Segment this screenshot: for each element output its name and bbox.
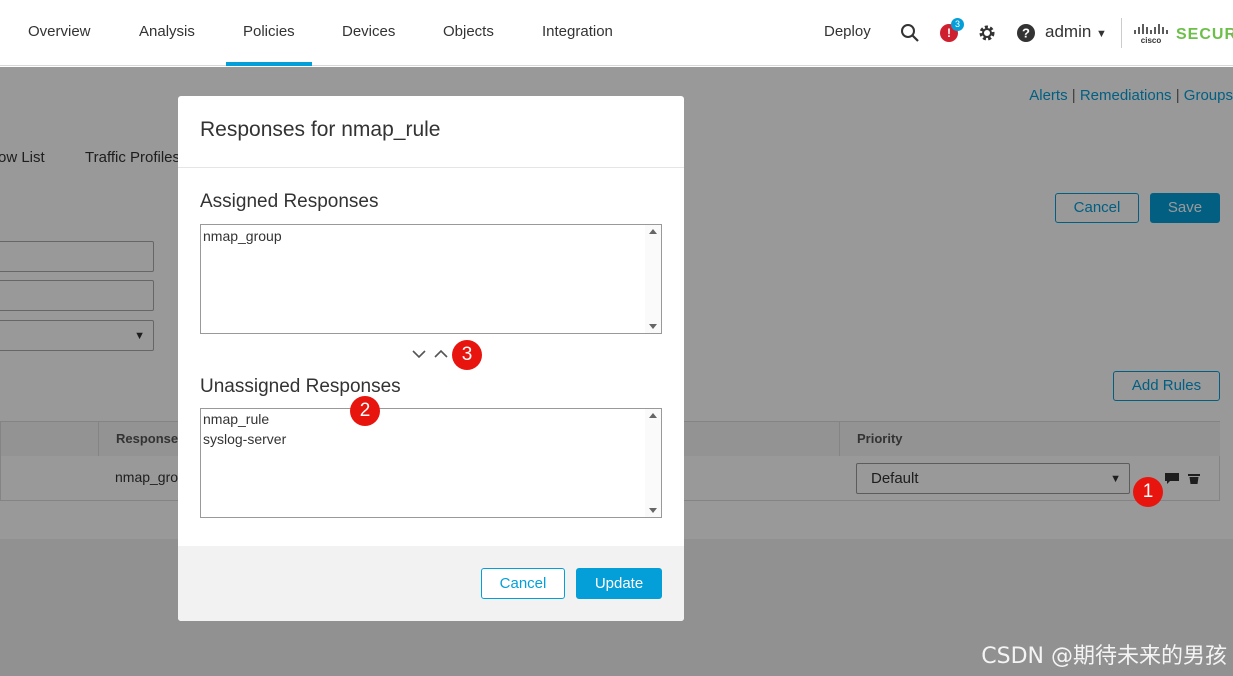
brand-name: SECUR	[1176, 26, 1233, 43]
assigned-responses-list[interactable]: nmap_group	[200, 224, 662, 334]
dialog-title: Responses for nmap_rule	[200, 118, 441, 141]
list-item[interactable]: nmap_rule	[201, 409, 661, 429]
unassigned-responses-list[interactable]: nmap_rule syslog-server	[200, 408, 662, 518]
tab-policies[interactable]: Policies	[226, 0, 312, 66]
move-down-icon[interactable]	[411, 346, 427, 362]
list-item[interactable]: syslog-server	[201, 429, 661, 449]
scroll-up-icon[interactable]	[649, 413, 657, 418]
svg-text:cisco: cisco	[1141, 36, 1162, 44]
alert-count-badge: 3	[951, 18, 964, 31]
tab-overview[interactable]: Overview	[28, 0, 91, 66]
dialog-footer: Cancel Update	[178, 546, 684, 621]
cisco-logo-icon: cisco	[1134, 24, 1168, 44]
scrollbar[interactable]	[645, 409, 661, 517]
list-item[interactable]: nmap_group	[201, 226, 661, 246]
chevron-down-icon: ▼	[1096, 28, 1107, 40]
annotation-marker-3: 3	[452, 340, 482, 370]
svg-text:?: ?	[1022, 26, 1030, 41]
tab-integration[interactable]: Integration	[542, 0, 613, 66]
scroll-down-icon[interactable]	[649, 508, 657, 513]
scroll-up-icon[interactable]	[649, 229, 657, 234]
annotation-marker-2: 2	[350, 396, 380, 426]
responses-dialog: Responses for nmap_rule Assigned Respons…	[178, 96, 684, 621]
user-menu[interactable]: admin ▼	[1045, 0, 1107, 66]
update-button[interactable]: Update	[576, 568, 662, 599]
deploy-button[interactable]: Deploy	[824, 0, 871, 66]
move-up-icon[interactable]	[433, 346, 449, 362]
gear-icon[interactable]	[976, 22, 998, 44]
annotation-marker-1: 1	[1133, 477, 1163, 507]
scroll-down-icon[interactable]	[649, 324, 657, 329]
dialog-cancel-button[interactable]: Cancel	[481, 568, 565, 599]
top-navigation: Overview Analysis Policies Devices Objec…	[0, 0, 1233, 66]
unassigned-responses-label: Unassigned Responses	[200, 376, 401, 397]
divider	[1121, 18, 1122, 48]
watermark: CSDN @期待未来的男孩	[981, 644, 1227, 669]
user-name: admin	[1045, 22, 1092, 41]
help-icon[interactable]: ?	[1015, 22, 1037, 44]
tab-objects[interactable]: Objects	[443, 0, 494, 66]
scrollbar[interactable]	[645, 225, 661, 333]
dialog-header: Responses for nmap_rule	[178, 96, 684, 168]
tab-analysis[interactable]: Analysis	[139, 0, 195, 66]
search-icon[interactable]	[899, 22, 921, 44]
assigned-responses-label: Assigned Responses	[200, 191, 379, 212]
tab-devices[interactable]: Devices	[342, 0, 395, 66]
